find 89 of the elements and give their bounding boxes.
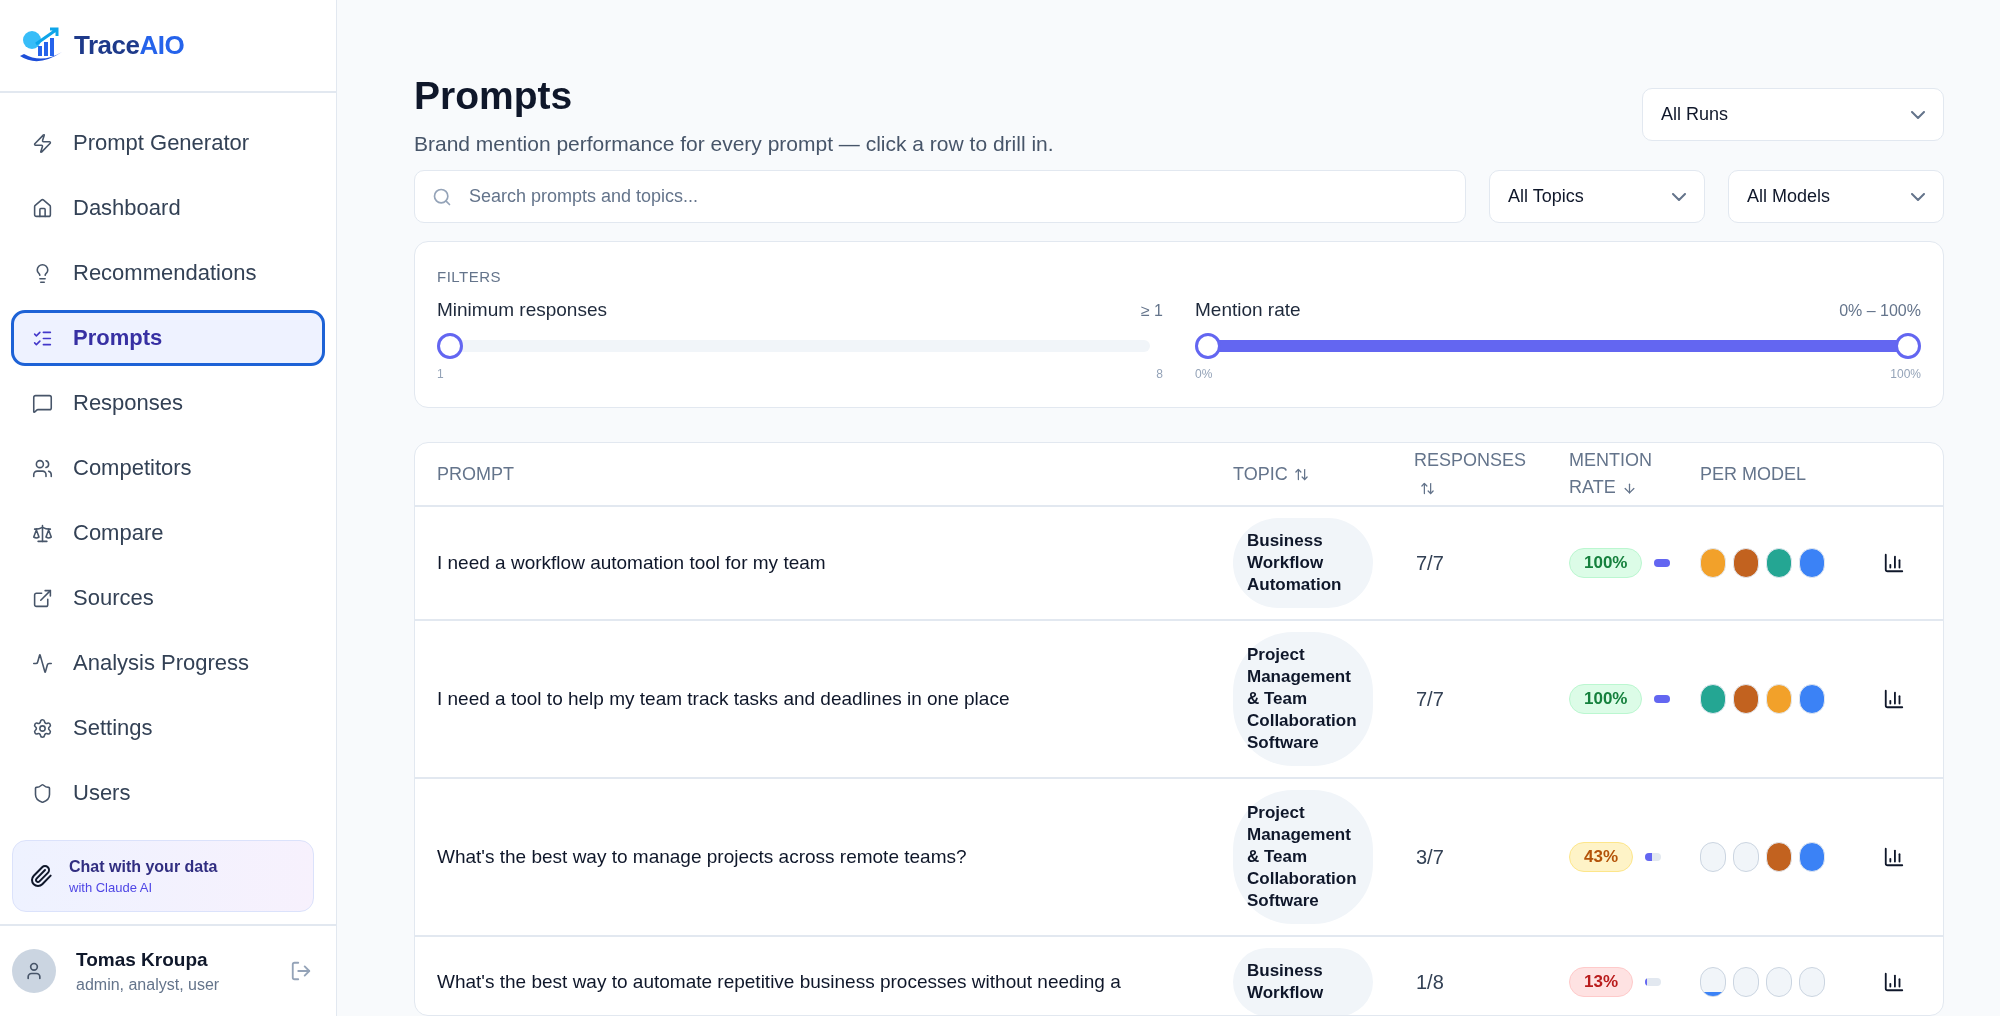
bar-chart-icon <box>1883 971 1905 993</box>
home-icon <box>32 197 53 219</box>
topic-tag: Business Workflow Automation <box>1233 518 1373 608</box>
logout-icon <box>290 960 312 982</box>
page-title: Prompts <box>414 74 574 118</box>
paperclip-icon <box>29 864 53 888</box>
nav-item[interactable]: Users <box>11 765 325 821</box>
external-link-icon <box>32 587 53 609</box>
rate-badge: 43% <box>1569 842 1634 872</box>
rate-gauge <box>1645 978 1662 986</box>
sort-icon[interactable] <box>1420 480 1435 496</box>
filter-reading: ≥ 1 <box>1140 302 1163 320</box>
topic-tag: Project Management & Team Collaboration Software <box>1233 790 1373 924</box>
nav-item[interactable]: Analysis Progress <box>11 635 325 691</box>
filter-reading: 0% – 100% <box>1839 302 1921 320</box>
rate-badge: 100% <box>1569 684 1643 714</box>
column-header[interactable]: MENTION RATE <box>1569 447 1689 501</box>
column-header: PER MODEL <box>1700 462 1808 486</box>
chat-title: Chat with your data <box>69 857 218 876</box>
logout-button[interactable] <box>290 960 312 982</box>
slider-min-label: 0% <box>1195 367 1213 381</box>
prompt-cell-text: What's the best way to automate repetitive business processes without needing a <box>437 971 1122 993</box>
search-field[interactable]: Search prompts and topics... <box>414 170 1466 223</box>
slider-max-label: 100% <box>1890 367 1921 381</box>
nav-item[interactable]: Prompts <box>11 310 325 366</box>
rate-gauge <box>1645 853 1662 861</box>
nav-item[interactable]: Settings <box>11 700 325 756</box>
filter-label: Minimum responses <box>437 299 607 321</box>
runs-select[interactable]: All Runs <box>1642 88 1944 141</box>
model-select[interactable]: All Models <box>1728 170 1944 223</box>
nav-item[interactable]: Prompt Generator <box>11 115 325 171</box>
nav-item[interactable]: Sources <box>11 570 325 626</box>
chat-card[interactable]: Chat with your data with Claude AI <box>12 840 314 912</box>
filter-label: Mention rate <box>1195 299 1301 321</box>
brand-name: TraceAIO <box>74 30 185 61</box>
chevron-down-icon <box>1672 192 1686 201</box>
search-icon <box>432 187 452 207</box>
settings-icon <box>32 717 53 739</box>
table-row[interactable]: What's the best way to manage projects across remote teams? Project Management & Team Collaboration Software 3/7 43% <box>415 779 1943 937</box>
table-row[interactable]: I need a tool to help my team track tasks and deadlines in one place Project Management & Team Collaboration Software 7/7 100% <box>415 621 1943 779</box>
nav-item[interactable]: Compare <box>11 505 325 561</box>
prompt-cell-text: I need a workflow automation tool for my team <box>437 552 827 574</box>
bar-chart-icon <box>1883 552 1905 574</box>
topic-tag: Business Workflow <box>1233 948 1373 1015</box>
prompt-cell-text: I need a tool to help my team track tasks and deadlines in one place <box>437 688 1011 710</box>
user-roles: admin, analyst, user <box>76 975 220 994</box>
prompt-cell-text: What's the best way to manage projects across remote teams? <box>437 846 968 868</box>
filters-heading: FILTERS <box>437 268 503 285</box>
users-icon <box>32 457 53 479</box>
slider-thumb[interactable] <box>1895 333 1921 359</box>
user-name: Tomas Kroupa <box>76 948 209 971</box>
slider-thumb[interactable] <box>437 333 463 359</box>
rate-gauge <box>1654 559 1671 567</box>
bar-chart-icon <box>1883 688 1905 710</box>
sort-descending-icon[interactable] <box>1621 480 1637 496</box>
bar-chart-icon <box>1883 846 1905 868</box>
table-row[interactable]: What's the best way to automate repetitive business processes without needing a Business Workflow 1/8 13% <box>415 937 1943 1015</box>
rate-gauge <box>1654 695 1671 703</box>
chevron-down-icon <box>1911 192 1925 201</box>
topic-select[interactable]: All Topics <box>1489 170 1705 223</box>
slider-min-label: 1 <box>437 367 444 381</box>
column-header: PROMPT <box>437 462 515 486</box>
sort-icon[interactable] <box>1293 467 1309 483</box>
chat-subtitle: with Claude AI <box>69 879 154 895</box>
shield-icon <box>32 782 53 804</box>
message-icon <box>32 392 53 414</box>
responses-cell-text: 3/7 <box>1415 845 1445 869</box>
nav-item[interactable]: Responses <box>11 375 325 431</box>
responses-cell-text: 7/7 <box>1415 687 1445 711</box>
table-row[interactable]: I need a workflow automation tool for my team Business Workflow Automation 7/7 100% <box>415 507 1943 621</box>
slider-max-label: 8 <box>1156 367 1163 381</box>
activity-icon <box>32 652 53 674</box>
range-slider[interactable] <box>1195 333 1921 359</box>
topic-tag: Project Management & Team Collaboration Software <box>1233 632 1373 766</box>
responses-cell-text: 1/8 <box>1415 970 1445 994</box>
column-header[interactable]: TOPIC <box>1233 460 1353 488</box>
nav-item[interactable]: Dashboard <box>11 180 325 236</box>
rate-badge: 13% <box>1569 967 1634 997</box>
chevron-down-icon <box>1911 110 1925 119</box>
nav-item[interactable]: Recommendations <box>11 245 325 301</box>
page-subtitle: Brand mention performance for every prompt — click a row to drill in. <box>414 132 1054 156</box>
responses-cell-text: 7/7 <box>1415 551 1445 575</box>
rate-badge: 100% <box>1569 548 1643 578</box>
scale-icon <box>32 522 53 544</box>
lightning-icon <box>32 132 53 154</box>
nav-item[interactable]: Competitors <box>11 440 325 496</box>
slider-thumb[interactable] <box>1195 333 1221 359</box>
column-header[interactable]: RESPONSES <box>1414 447 1534 501</box>
person-icon <box>24 961 44 981</box>
